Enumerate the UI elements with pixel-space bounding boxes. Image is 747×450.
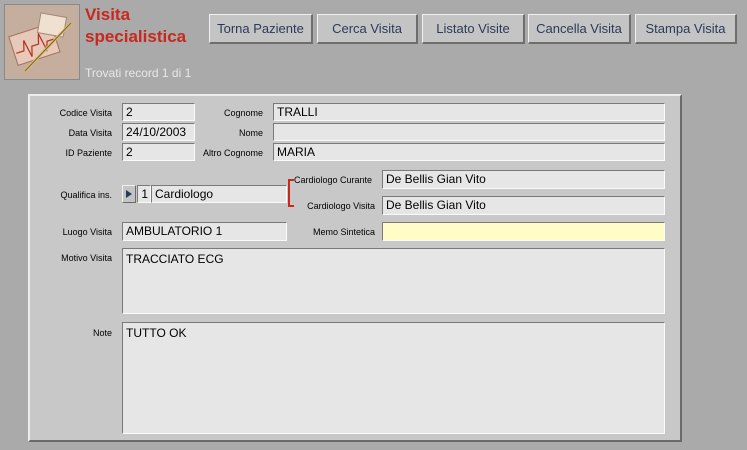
nome-field[interactable]	[273, 123, 665, 141]
qualifica-description-field[interactable]: Cardiologo	[151, 185, 287, 203]
app-logo	[4, 4, 80, 80]
ecg-logo-icon	[5, 5, 79, 79]
record-count-status: Trovati record 1 di 1	[85, 66, 192, 80]
motivo-visita-textarea[interactable]: TRACCIATO ECG	[122, 248, 665, 314]
altro-cognome-field[interactable]: MARIA	[273, 143, 665, 161]
listato-visite-button[interactable]: Listato Visite	[422, 14, 525, 44]
note-label: Note	[92, 328, 112, 338]
nome-label: Nome	[238, 128, 263, 138]
cardiologo-visita-label: Cardiologo Visita	[307, 201, 375, 211]
memo-sintetica-label: Memo Sintetica	[312, 227, 375, 237]
page-title: Visita specialistica	[85, 5, 187, 46]
cardiologo-visita-field[interactable]: De Bellis Gian Vito	[382, 196, 665, 215]
data-visita-field[interactable]: 24/10/2003	[122, 123, 195, 141]
cardiologo-curante-field[interactable]: De Bellis Gian Vito	[382, 170, 665, 189]
motivo-visita-label: Motivo Visita	[61, 253, 112, 263]
cognome-field[interactable]: TRALLI	[273, 103, 665, 121]
qualifica-picker-button[interactable]	[122, 185, 136, 203]
luogo-visita-field[interactable]: AMBULATORIO 1	[122, 222, 287, 241]
play-arrow-icon	[126, 190, 132, 198]
data-visita-label: Data Visita	[68, 128, 112, 138]
cardiologist-bracket	[288, 179, 290, 206]
qualifica-label: Qualifica ins.	[60, 190, 112, 200]
codice-visita-label: Codice Visita	[59, 108, 112, 118]
torna-paziente-button[interactable]: Torna Paziente	[209, 14, 313, 44]
cognome-label: Cognome	[223, 108, 263, 118]
memo-sintetica-field[interactable]	[382, 222, 665, 241]
cardiologo-curante-label: Cardiologo Curante	[294, 175, 373, 185]
cerca-visita-button[interactable]: Cerca Visita	[317, 14, 418, 44]
stampa-visita-button[interactable]: Stampa Visita	[635, 14, 737, 44]
id-paziente-field[interactable]: 2	[122, 143, 195, 161]
codice-visita-field[interactable]: 2	[122, 103, 195, 121]
luogo-visita-label: Luogo Visita	[62, 227, 112, 237]
id-paziente-label: ID Paziente	[65, 148, 112, 158]
altro-cognome-label: Altro Cognome	[202, 148, 263, 158]
cancella-visita-button[interactable]: Cancella Visita	[528, 14, 631, 44]
note-textarea[interactable]: TUTTO OK	[122, 322, 665, 434]
qualifica-code-field[interactable]: 1	[137, 185, 151, 203]
